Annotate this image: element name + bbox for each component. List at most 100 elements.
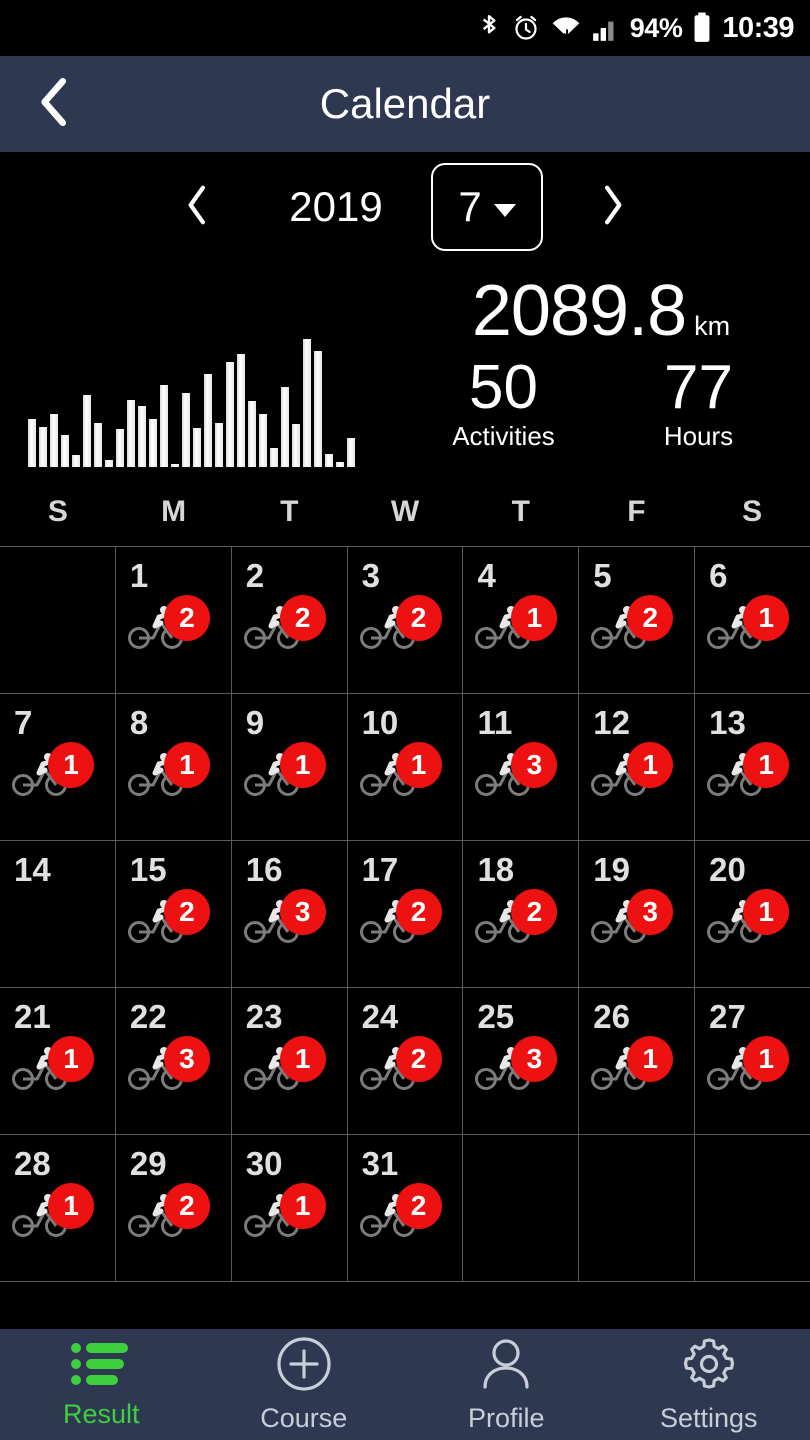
activity-count-badge: 1 xyxy=(511,595,557,641)
calendar-day-cell[interactable]: 14 xyxy=(0,841,116,987)
chart-bar xyxy=(72,455,80,467)
calendar-day-cell[interactable]: 152 xyxy=(116,841,232,987)
calendar-day-cell[interactable]: 223 xyxy=(116,988,232,1134)
signal-icon xyxy=(592,13,620,43)
calendar-day-cell[interactable]: 81 xyxy=(116,694,232,840)
calendar-day-cell[interactable]: 301 xyxy=(232,1135,348,1281)
day-number: 26 xyxy=(593,998,694,1036)
list-icon xyxy=(70,1339,132,1394)
chart-bar xyxy=(127,400,135,468)
day-number: 31 xyxy=(362,1145,463,1183)
activity-count-badge: 2 xyxy=(164,1183,210,1229)
activities-label: Activities xyxy=(406,421,601,452)
nav-item-label: Profile xyxy=(468,1403,545,1434)
chart-bar xyxy=(215,423,223,467)
calendar-day-cell[interactable]: 52 xyxy=(579,547,695,693)
calendar-day-cell[interactable]: 231 xyxy=(232,988,348,1134)
calendar-day-cell[interactable]: 131 xyxy=(695,694,810,840)
calendar-day-cell[interactable]: 12 xyxy=(116,547,232,693)
chart-bar xyxy=(292,424,300,467)
day-number: 15 xyxy=(130,851,231,889)
calendar-week-row: 14152163172182193201 xyxy=(0,841,810,988)
calendar-day-cell[interactable]: 32 xyxy=(348,547,464,693)
status-bar: 94% 10:39 xyxy=(0,0,810,56)
calendar-grid: 1222324152617181911011131211311415216317… xyxy=(0,547,810,1282)
calendar-day-cell[interactable]: 61 xyxy=(695,547,810,693)
calendar-day-cell[interactable]: 281 xyxy=(0,1135,116,1281)
bluetooth-icon xyxy=(476,13,502,43)
nav-item-settings[interactable]: Settings xyxy=(608,1329,810,1440)
back-button[interactable] xyxy=(0,56,110,152)
calendar-day-cell[interactable]: 121 xyxy=(579,694,695,840)
prev-month-button[interactable] xyxy=(155,164,241,250)
calendar-day-cell[interactable]: 163 xyxy=(232,841,348,987)
day-number: 10 xyxy=(362,704,463,742)
activity-count-badge: 2 xyxy=(164,889,210,935)
activity-count-badge: 2 xyxy=(396,1183,442,1229)
nav-item-course[interactable]: Course xyxy=(203,1329,406,1440)
day-number: 6 xyxy=(709,557,810,595)
next-month-button[interactable] xyxy=(569,164,655,250)
nav-item-profile[interactable]: Profile xyxy=(405,1329,608,1440)
activity-count-badge: 1 xyxy=(48,742,94,788)
chart-bar xyxy=(336,462,344,467)
chevron-down-icon xyxy=(494,204,516,217)
calendar-day-cell[interactable]: 71 xyxy=(0,694,116,840)
activity-count-badge: 2 xyxy=(396,595,442,641)
chart-bar xyxy=(105,460,113,467)
stats-block: 2089.8 km 50 Activities 77 Hours xyxy=(406,270,796,452)
chevron-right-icon xyxy=(597,184,627,231)
month-selector[interactable]: 7 xyxy=(431,163,543,251)
activity-count-badge: 1 xyxy=(280,742,326,788)
calendar-day-cell[interactable]: 193 xyxy=(579,841,695,987)
calendar-day-cell[interactable]: 242 xyxy=(348,988,464,1134)
chart-bar xyxy=(303,339,311,467)
status-clock: 10:39 xyxy=(722,12,794,45)
activity-count-badge: 1 xyxy=(396,742,442,788)
activity-count-badge: 1 xyxy=(627,1036,673,1082)
plus-circle-icon xyxy=(275,1335,333,1398)
day-number: 22 xyxy=(130,998,231,1036)
chart-bar xyxy=(325,454,333,468)
calendar-day-cell[interactable]: 261 xyxy=(579,988,695,1134)
chart-bar xyxy=(204,374,212,467)
calendar-day-cell[interactable]: 113 xyxy=(463,694,579,840)
chart-bar xyxy=(237,354,245,467)
calendar-day-cell[interactable]: 172 xyxy=(348,841,464,987)
calendar-week-row: 281292301312 xyxy=(0,1135,810,1282)
activity-count-badge: 3 xyxy=(511,742,557,788)
weekday-label: F xyxy=(579,495,695,529)
calendar-day-cell[interactable]: 182 xyxy=(463,841,579,987)
calendar-day-cell[interactable]: 271 xyxy=(695,988,810,1134)
activity-count-badge: 2 xyxy=(164,595,210,641)
activities-stat: 50 Activities xyxy=(406,356,601,452)
day-number: 1 xyxy=(130,557,231,595)
calendar-day-cell[interactable]: 91 xyxy=(232,694,348,840)
calendar-day-cell[interactable]: 211 xyxy=(0,988,116,1134)
activity-count-badge: 3 xyxy=(164,1036,210,1082)
chart-bar xyxy=(270,448,278,467)
activity-count-badge: 3 xyxy=(280,889,326,935)
app-bar: Calendar xyxy=(0,56,810,152)
calendar-week-row: 211223231242253261271 xyxy=(0,988,810,1135)
calendar-empty-cell xyxy=(463,1135,579,1281)
calendar-week-row: 122232415261 xyxy=(0,547,810,694)
chart-bar xyxy=(281,387,289,467)
calendar-day-cell[interactable]: 22 xyxy=(232,547,348,693)
day-number: 2 xyxy=(246,557,347,595)
calendar-day-cell[interactable]: 101 xyxy=(348,694,464,840)
day-number: 17 xyxy=(362,851,463,889)
nav-item-result[interactable]: Result xyxy=(0,1329,203,1440)
calendar-day-cell[interactable]: 41 xyxy=(463,547,579,693)
activities-value: 50 xyxy=(406,356,601,419)
day-number: 29 xyxy=(130,1145,231,1183)
calendar-day-cell[interactable]: 292 xyxy=(116,1135,232,1281)
calendar-day-cell[interactable]: 312 xyxy=(348,1135,464,1281)
day-number: 23 xyxy=(246,998,347,1036)
calendar-day-cell[interactable]: 253 xyxy=(463,988,579,1134)
calendar-day-cell[interactable]: 201 xyxy=(695,841,810,987)
activity-count-badge: 2 xyxy=(280,595,326,641)
day-number: 13 xyxy=(709,704,810,742)
chart-bar xyxy=(50,414,58,467)
month-navigator: 2019 7 xyxy=(0,152,810,262)
